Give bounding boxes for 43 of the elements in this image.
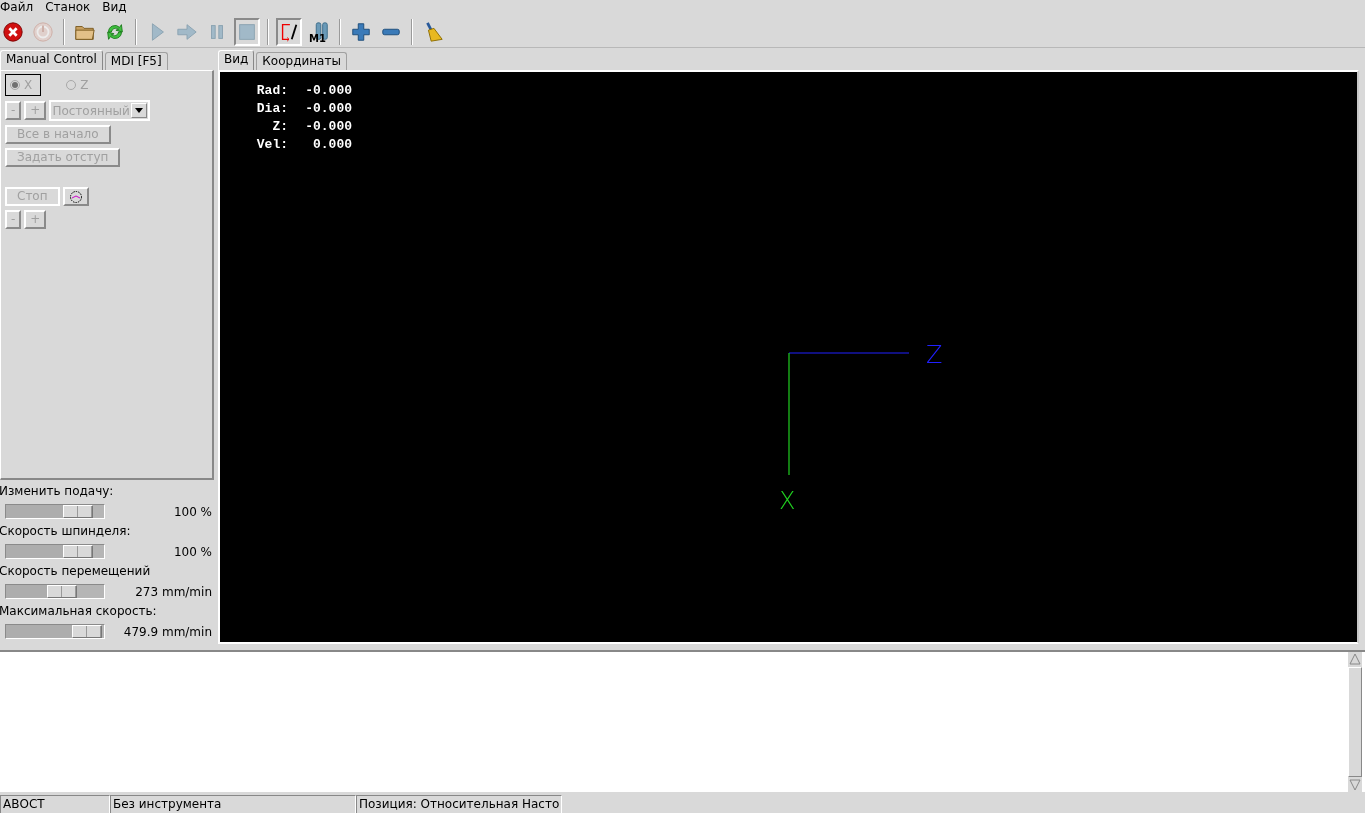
slider-thumb[interactable] bbox=[72, 625, 103, 638]
readout-label: Dia: bbox=[255, 100, 288, 118]
status-field: Без инструмента bbox=[110, 795, 356, 813]
plus-icon bbox=[350, 20, 372, 43]
readout-value: -0.000 bbox=[304, 82, 352, 100]
status-field: Позиция: Относительная Насто bbox=[356, 795, 562, 813]
tab[interactable]: Manual Control bbox=[0, 50, 103, 70]
slider-thumb[interactable] bbox=[62, 545, 93, 558]
spindle-button[interactable] bbox=[62, 187, 89, 206]
slider-track[interactable] bbox=[5, 544, 105, 559]
slider-track[interactable] bbox=[5, 624, 105, 639]
readout-value: -0.000 bbox=[304, 100, 352, 118]
slider-thumb[interactable] bbox=[46, 585, 77, 598]
menu-item[interactable]: Станок bbox=[45, 0, 91, 16]
menu-item[interactable]: Вид bbox=[102, 0, 127, 16]
readout-label: Vel: bbox=[255, 136, 288, 154]
slider-thumb[interactable] bbox=[62, 505, 93, 518]
axis-label: X bbox=[779, 487, 796, 515]
readout-value: -0.000 bbox=[304, 118, 352, 136]
block-delete-button[interactable] bbox=[276, 17, 302, 46]
axis-label: Z bbox=[926, 341, 943, 369]
tab[interactable]: MDI [F5] bbox=[104, 52, 168, 70]
slider-label: Изменить подачу: bbox=[0, 483, 115, 500]
slider-value: 100 % bbox=[173, 503, 213, 521]
slider-value: 273 mm/min bbox=[135, 583, 213, 601]
slider-track[interactable] bbox=[5, 584, 105, 599]
tab[interactable]: Координаты bbox=[256, 52, 347, 70]
power-icon bbox=[32, 20, 54, 43]
caret-icon bbox=[135, 108, 144, 113]
menu-item[interactable]: Файл bbox=[0, 0, 34, 16]
slider-track[interactable] bbox=[5, 504, 105, 519]
status-field: АВОСТ bbox=[0, 795, 110, 813]
slider-value: 100 % bbox=[173, 543, 213, 561]
slider-value: 479.9 mm/min bbox=[123, 623, 213, 641]
slider-label: Скорость шпинделя: bbox=[0, 523, 132, 540]
close-icon bbox=[2, 20, 24, 43]
slider-label: Максимальная скорость: bbox=[0, 603, 158, 620]
spindle-icon bbox=[68, 189, 83, 204]
readout-label: Z: bbox=[271, 118, 288, 136]
readout-label: Rad: bbox=[255, 82, 288, 100]
slider-label: Скорость перемещений bbox=[0, 563, 152, 580]
readout-value: 0.000 bbox=[312, 136, 352, 154]
tab[interactable]: Вид bbox=[218, 50, 255, 70]
